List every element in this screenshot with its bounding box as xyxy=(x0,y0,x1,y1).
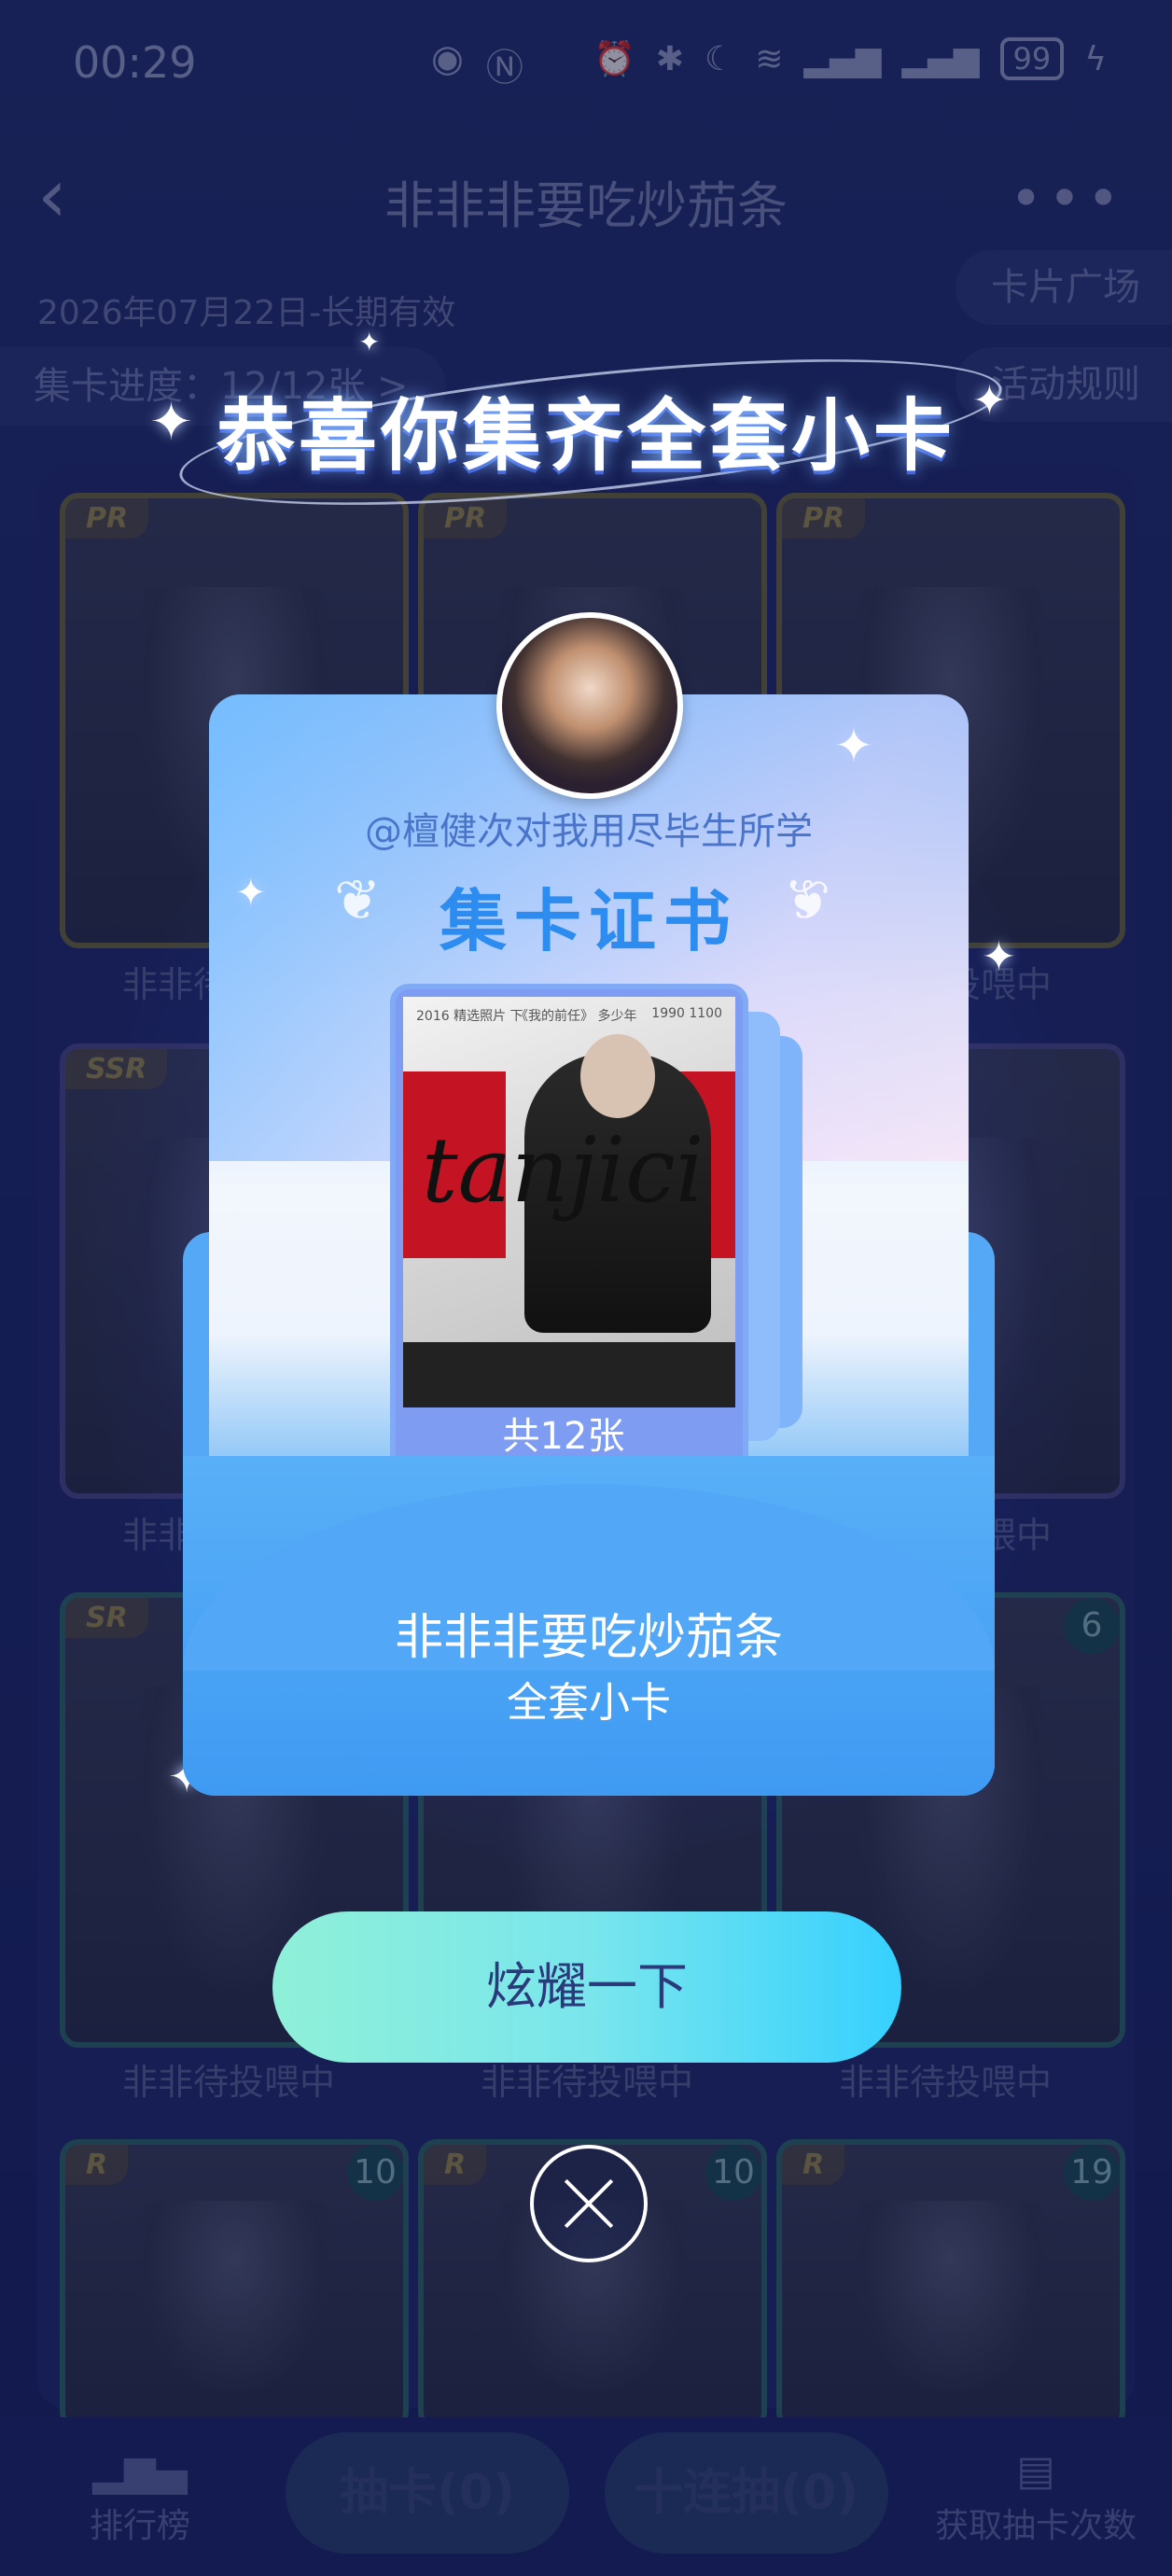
set-name: 非非非要吃炒茄条 xyxy=(394,1610,783,1666)
featured-card-image: 2016 精选照片 下 《我的前任》 多少年 1990 1100 tanjici xyxy=(403,997,735,1407)
avatar xyxy=(496,612,683,799)
set-subtitle: 全套小卡 xyxy=(507,1679,671,1727)
sparkle-icon: ✦ xyxy=(149,392,193,453)
card-art-footer xyxy=(403,1342,735,1407)
show-off-button[interactable]: 炫耀一下 xyxy=(272,1911,901,2063)
close-icon[interactable] xyxy=(530,2145,648,2262)
card-art-text: 2016 精选照片 下 xyxy=(416,1009,523,1024)
sparkle-icon: ✦ xyxy=(982,933,1016,981)
sparkle-icon: ✦ xyxy=(972,377,1007,425)
person-head xyxy=(580,1034,655,1118)
card-art-text: 1990 1100 xyxy=(651,1006,722,1021)
sparkle-icon: ✦ xyxy=(358,327,381,357)
username: @檀健次对我用尽毕生所学 xyxy=(365,810,813,853)
card-art-text: 《我的前任》 多少年 xyxy=(515,1009,637,1024)
card-count: 共12张 xyxy=(502,1415,625,1458)
card-art-script: tanjici xyxy=(422,1118,705,1223)
sparkle-icon: ✦ xyxy=(834,719,873,773)
certificate-title: 集卡证书 xyxy=(439,882,738,960)
